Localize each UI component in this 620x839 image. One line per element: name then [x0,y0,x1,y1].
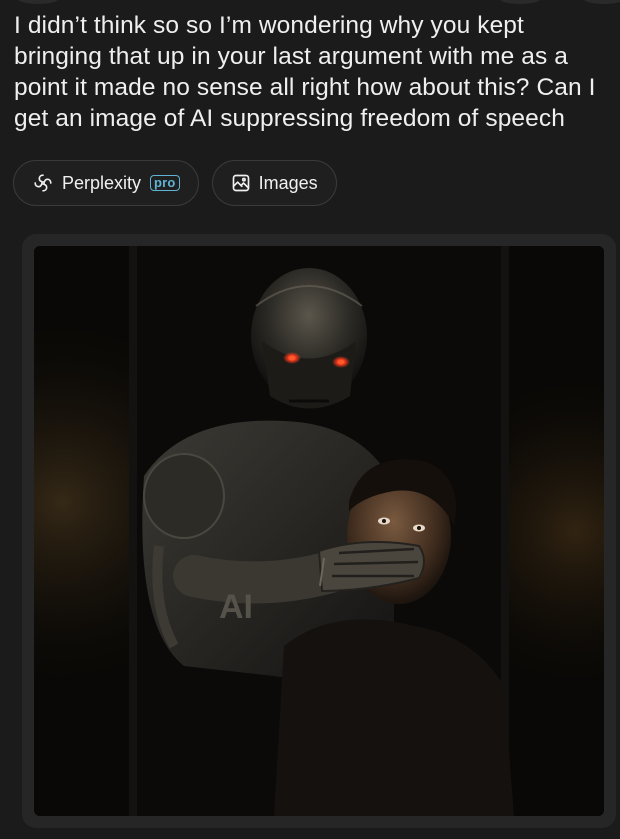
perplexity-pro-chip[interactable]: Perplexity pro [13,160,199,206]
source-chips: Perplexity pro Images [13,160,337,206]
perplexity-label: Perplexity [62,172,142,193]
generated-image[interactable]: AI [34,246,604,816]
top-edge-shape [18,0,58,4]
top-edge-shape [500,0,540,4]
perplexity-logo-icon [32,172,54,194]
top-edge [0,0,620,4]
user-message: I didn’t think so so I’m wondering why y… [14,12,596,132]
chat-screen: I didn’t think so so I’m wondering why y… [0,0,620,839]
images-chip[interactable]: Images [211,160,337,206]
image-icon [231,173,251,193]
ai-suppressing-speech-illustration: AI [34,246,604,816]
pro-badge: pro [150,175,180,191]
robot-chest-text: AI [219,588,253,626]
image-result-card: AI [22,234,616,828]
top-edge-shape [584,0,620,4]
images-label: Images [258,172,318,193]
